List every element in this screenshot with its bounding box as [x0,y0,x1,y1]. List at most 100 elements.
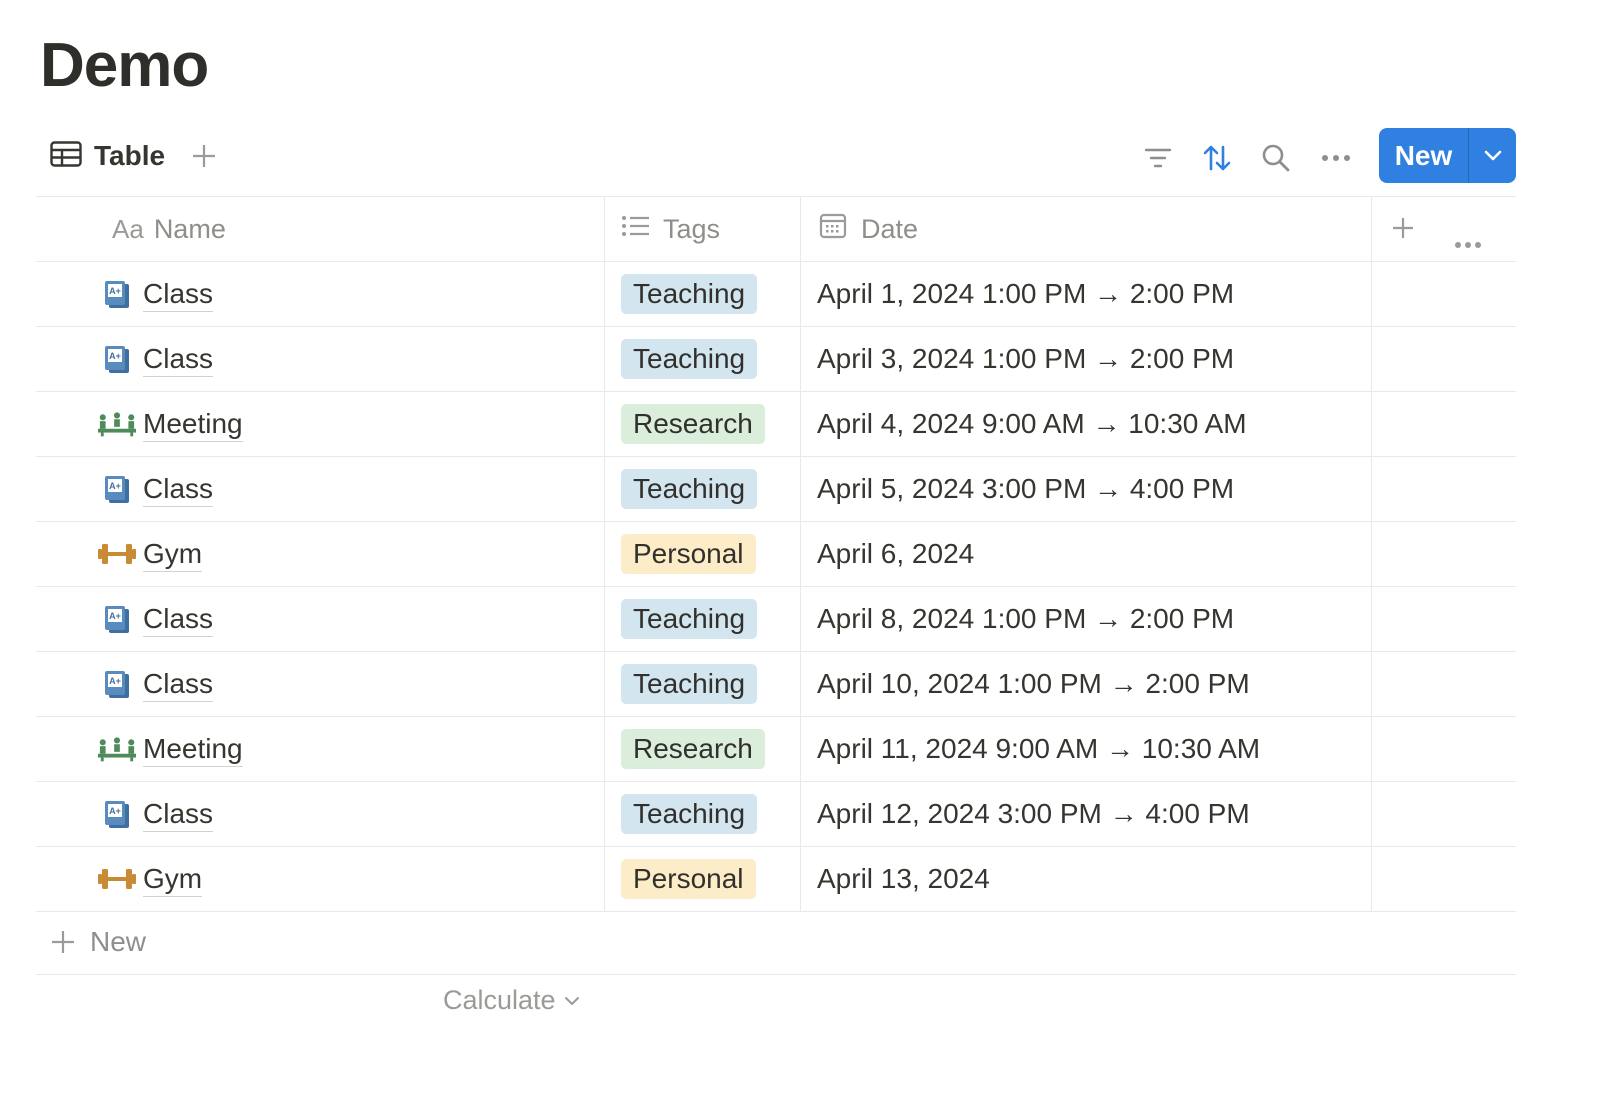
table-icon [50,140,82,172]
name-cell[interactable]: A+ Class [36,782,604,846]
dumbbell-icon [98,538,136,570]
row-name[interactable]: Gym [143,862,203,897]
tags-cell[interactable]: Teaching [604,262,800,326]
svg-text:A+: A+ [109,286,121,296]
new-button-group: New [1379,128,1516,183]
grade-book-icon: A+ [98,668,136,700]
date-cell[interactable]: April 6, 2024 [800,522,1371,586]
tags-cell[interactable]: Teaching [604,327,800,391]
table-row[interactable]: A+ Class Teaching April 10, 2024 1:00 PM → … [36,652,1516,717]
table-row[interactable]: Gym Personal April 13, 2024 [36,847,1516,912]
dumbbell-icon [98,863,136,895]
column-label: Date [861,213,919,244]
table-row[interactable]: Meeting Research April 11, 2024 9:00 AM → … [36,717,1516,782]
row-name[interactable]: Class [143,277,214,312]
tags-cell[interactable]: Research [604,717,800,781]
table-header: Aa Name Tags Date [36,197,1516,262]
tags-cell[interactable]: Teaching [604,782,800,846]
column-header-name[interactable]: Aa Name [36,197,604,261]
name-cell[interactable]: A+ Class [36,262,604,326]
date-cell[interactable]: April 4, 2024 9:00 AM → 10:30 AM [800,392,1371,456]
tag-badge: Personal [621,859,756,899]
empty-cell [1371,457,1516,521]
date-cell[interactable]: April 11, 2024 9:00 AM → 10:30 AM [800,717,1371,781]
tags-cell[interactable]: Research [604,392,800,456]
sort-icon [1203,145,1231,171]
date-cell[interactable]: April 8, 2024 1:00 PM → 2:00 PM [800,587,1371,651]
column-header-tags[interactable]: Tags [604,197,800,261]
search-button[interactable] [1258,140,1294,176]
svg-text:A+: A+ [109,351,121,361]
tags-cell[interactable]: Teaching [604,652,800,716]
row-name[interactable]: Class [143,667,214,702]
date-cell[interactable]: April 13, 2024 [800,847,1371,911]
column-more-button[interactable] [1454,225,1482,256]
row-name[interactable]: Gym [143,537,203,572]
list-icon [621,214,651,245]
date-cell[interactable]: April 12, 2024 3:00 PM → 4:00 PM [800,782,1371,846]
table-row[interactable]: A+ Class Teaching April 5, 2024 3:00 PM → 4… [36,457,1516,522]
tags-cell[interactable]: Teaching [604,587,800,651]
row-name[interactable]: Class [143,342,214,377]
table-row[interactable]: Meeting Research April 4, 2024 9:00 AM → 1… [36,392,1516,457]
name-cell[interactable]: A+ Class [36,457,604,521]
plus-icon [1393,218,1413,238]
filter-button[interactable] [1140,140,1176,176]
row-name[interactable]: Meeting [143,732,243,767]
page-title: Demo [40,31,209,100]
name-cell[interactable]: Gym [36,847,604,911]
add-property-button[interactable] [1390,215,1416,248]
column-header-date[interactable]: Date [800,197,1371,261]
name-cell[interactable]: Meeting [36,717,604,781]
table-row[interactable]: A+ Class Teaching April 8, 2024 1:00 PM → 2… [36,587,1516,652]
add-row-label: New [90,926,147,957]
tags-cell[interactable]: Personal [604,847,800,911]
view-toolbar: Table New [36,128,1596,184]
calendar-icon [819,212,847,247]
tag-badge: Research [621,404,765,444]
table-row[interactable]: A+ Class Teaching April 3, 2024 1:00 PM → 2… [36,327,1516,392]
more-options-button[interactable] [1318,140,1354,176]
row-name[interactable]: Class [143,797,214,832]
name-cell[interactable]: Gym [36,522,604,586]
svg-text:A+: A+ [109,481,121,491]
table-row[interactable]: A+ Class Teaching April 1, 2024 1:00 PM → 2… [36,262,1516,327]
name-cell[interactable]: A+ Class [36,652,604,716]
new-dropdown-button[interactable] [1469,128,1516,183]
row-name[interactable]: Meeting [143,407,243,442]
meeting-icon [98,408,136,440]
table-row[interactable]: Gym Personal April 6, 2024 [36,522,1516,587]
empty-cell [1371,782,1516,846]
more-icon [1455,242,1481,248]
add-row-button[interactable]: New [36,912,1516,975]
name-cell[interactable]: A+ Class [36,327,604,391]
new-button[interactable]: New [1379,128,1469,183]
svg-text:A+: A+ [109,611,121,621]
tag-badge: Teaching [621,469,758,509]
table-row[interactable]: A+ Class Teaching April 12, 2024 3:00 PM → … [36,782,1516,847]
tags-cell[interactable]: Teaching [604,457,800,521]
tab-table-view[interactable]: Table [50,138,165,174]
empty-cell [1371,522,1516,586]
grade-book-icon: A+ [98,603,136,635]
grade-book-icon: A+ [98,473,136,505]
row-name[interactable]: Class [143,602,214,637]
name-cell[interactable]: A+ Class [36,587,604,651]
add-view-button[interactable] [186,138,222,174]
date-cell[interactable]: April 10, 2024 1:00 PM → 2:00 PM [800,652,1371,716]
empty-cell [1371,587,1516,651]
empty-cell [1371,652,1516,716]
name-cell[interactable]: Meeting [36,392,604,456]
plus-icon [52,931,74,953]
meeting-icon [98,733,136,765]
date-cell[interactable]: April 1, 2024 1:00 PM → 2:00 PM [800,262,1371,326]
tag-badge: Teaching [621,274,758,314]
date-cell[interactable]: April 5, 2024 3:00 PM → 4:00 PM [800,457,1371,521]
empty-cell [1371,392,1516,456]
tags-cell[interactable]: Personal [604,522,800,586]
calculate-button[interactable]: Calculate [443,985,580,1016]
date-cell[interactable]: April 3, 2024 1:00 PM → 2:00 PM [800,327,1371,391]
row-name[interactable]: Class [143,472,214,507]
sort-button[interactable] [1199,140,1235,176]
empty-cell [1371,717,1516,781]
